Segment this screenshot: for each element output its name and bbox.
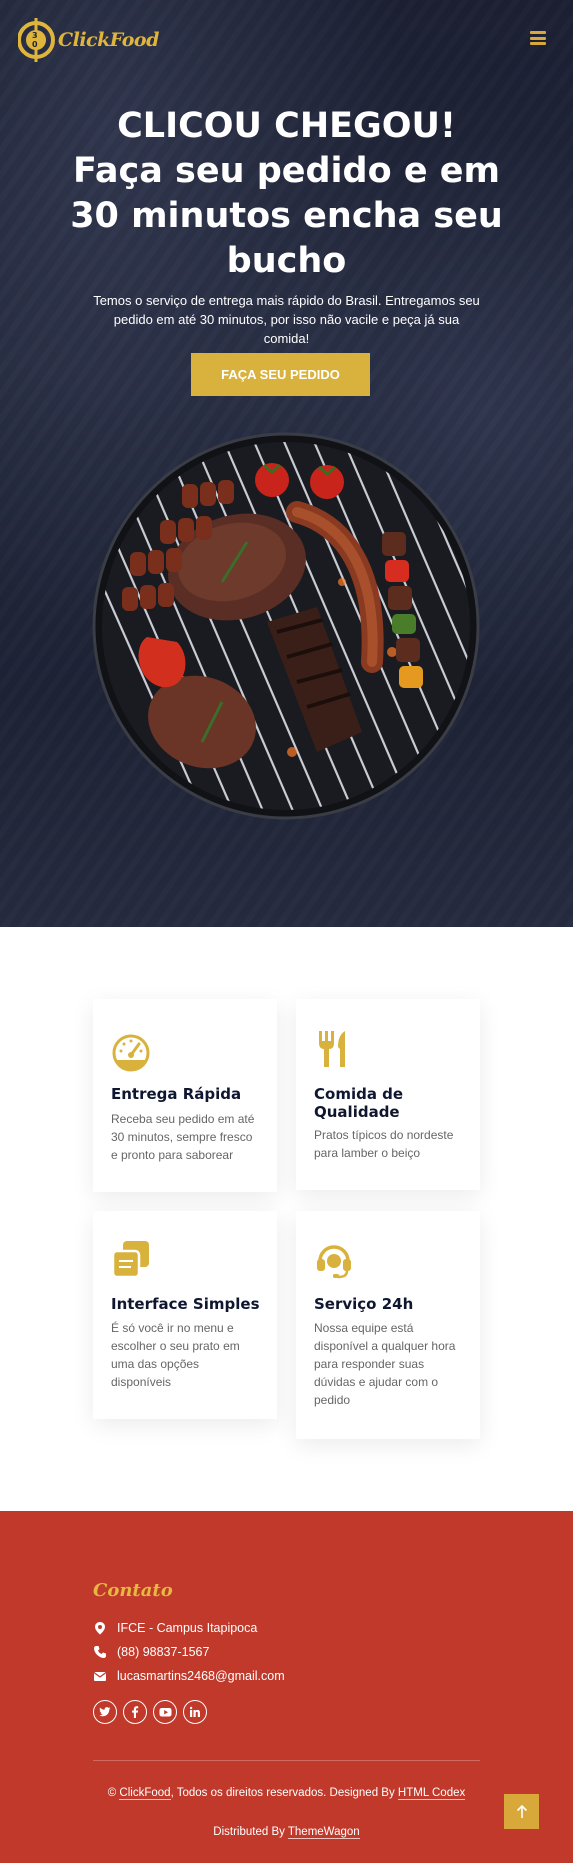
contact-title: Contato bbox=[93, 1580, 173, 1601]
feature-text: Nossa equipe está disponível a qualquer … bbox=[314, 1321, 456, 1407]
copyright-middle: , Todos os direitos reservados. Designed… bbox=[170, 1787, 398, 1799]
hero-title: CLICOU CHEGOU! Faça seu pedido e em 30 m… bbox=[60, 104, 513, 284]
phone-icon bbox=[94, 1646, 106, 1658]
hero-subtitle: Temos o serviço de entrega mais rápido d… bbox=[93, 293, 480, 346]
facebook-icon[interactable] bbox=[123, 1700, 147, 1724]
copy-icon bbox=[111, 1241, 149, 1279]
contact-email-text: lucasmartins2468@gmail.com bbox=[117, 1669, 285, 1683]
twitter-icon[interactable] bbox=[93, 1700, 117, 1724]
feature-text: Receba seu pedido em até 30 minutos, sem… bbox=[111, 1112, 255, 1162]
feature-card-fast-delivery: Entrega Rápida Receba seu pedido em até … bbox=[93, 999, 277, 1192]
contact-email: lucasmartins2468@gmail.com bbox=[93, 1667, 285, 1685]
map-marker-icon bbox=[95, 1622, 105, 1635]
contact-address: IFCE - Campus Itapipoca bbox=[93, 1619, 257, 1637]
feature-card-24h-service: Serviço 24h Nossa equipe está disponível… bbox=[296, 1211, 480, 1439]
feature-title: Serviço 24h bbox=[314, 1295, 414, 1313]
distributor-link[interactable]: ThemeWagon bbox=[287, 1826, 360, 1839]
feature-title: Interface Simples bbox=[111, 1295, 260, 1313]
contact-phone-text: (88) 98837-1567 bbox=[117, 1645, 210, 1659]
distributed-prefix: Distributed By bbox=[213, 1826, 288, 1838]
feature-card-quality-food: Comida de Qualidade Pratos típicos do no… bbox=[296, 999, 480, 1190]
hero-section: 3 0 ClickFood CLICOU CHEGOU! Faça seu pe… bbox=[0, 0, 573, 927]
utensils-icon bbox=[319, 1031, 345, 1067]
distributed-text: Distributed By ThemeWagon bbox=[60, 1826, 513, 1839]
linkedin-icon[interactable] bbox=[183, 1700, 207, 1724]
feature-text: Pratos típicos do nordeste para lamber o… bbox=[314, 1128, 454, 1160]
contact-phone: (88) 98837-1567 bbox=[93, 1643, 209, 1661]
arrow-up-icon bbox=[516, 1804, 527, 1818]
feature-title: Comida de Qualidade bbox=[314, 1085, 404, 1121]
youtube-icon[interactable] bbox=[153, 1700, 177, 1724]
logo-icon: 3 0 bbox=[17, 18, 55, 62]
feature-card-simple-interface: Interface Simples É só você ir no menu e… bbox=[93, 1211, 277, 1419]
hamburger-menu-icon[interactable] bbox=[530, 31, 546, 45]
back-to-top-button[interactable] bbox=[504, 1794, 539, 1829]
svg-text:3: 3 bbox=[32, 31, 38, 40]
speedometer-icon bbox=[112, 1034, 150, 1072]
grilled-meat-image bbox=[92, 432, 480, 820]
social-links bbox=[93, 1700, 207, 1724]
copyright-prefix: © bbox=[107, 1787, 120, 1799]
logo-text: ClickFood bbox=[58, 29, 159, 51]
envelope-icon bbox=[93, 1672, 107, 1681]
copyright-text: © ClickFood, Todos os direitos reservado… bbox=[60, 1787, 513, 1800]
order-now-button[interactable]: FAÇA SEU PEDIDO bbox=[191, 353, 370, 396]
hero-title-rest: Faça seu pedido e em 30 minutos encha se… bbox=[70, 151, 503, 281]
brand-link[interactable]: ClickFood bbox=[119, 1787, 171, 1800]
footer-divider bbox=[93, 1760, 480, 1761]
contact-address-text: IFCE - Campus Itapipoca bbox=[117, 1621, 258, 1635]
feature-text: É só você ir no menu e escolher o seu pr… bbox=[111, 1321, 240, 1389]
footer: Contato IFCE - Campus Itapipoca (88) 988… bbox=[0, 1511, 573, 1863]
headset-icon bbox=[317, 1245, 351, 1279]
svg-text:0: 0 bbox=[32, 40, 38, 49]
hero-title-line1: CLICOU CHEGOU! bbox=[117, 106, 456, 146]
feature-title: Entrega Rápida bbox=[111, 1085, 242, 1103]
designer-link[interactable]: HTML Codex bbox=[397, 1787, 466, 1800]
